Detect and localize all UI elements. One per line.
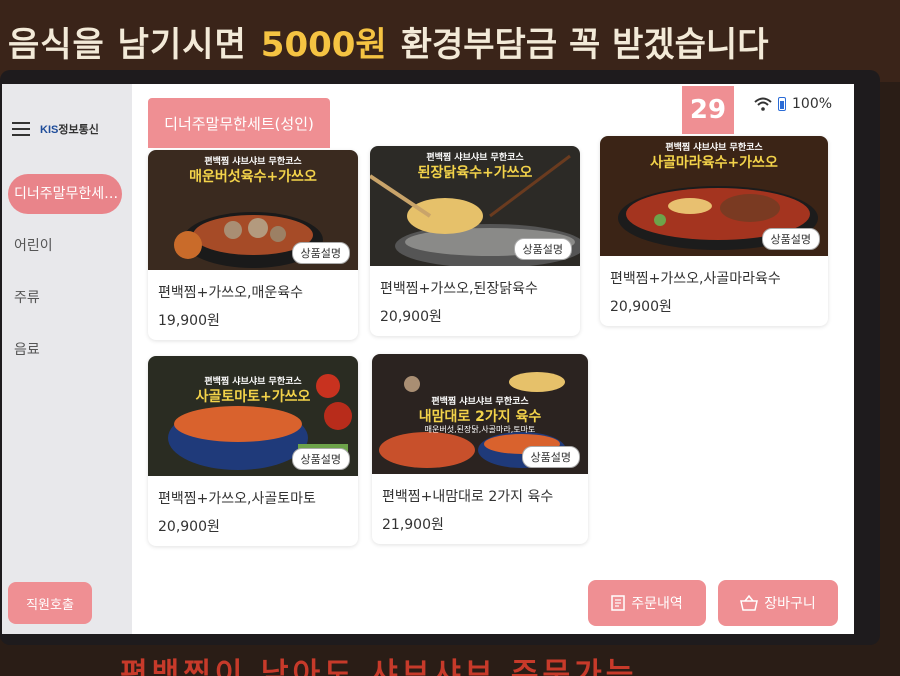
status-bar: 100% xyxy=(754,96,832,112)
menu-item-price: 20,900원 xyxy=(380,309,442,325)
menu-item-card[interactable]: 편백찜 샤브샤브 무한코스 사골토마토+가쓰오 상품설명 편백찜+가쓰오,사골토… xyxy=(148,356,358,546)
menu-item-name: 편백찜+가쓰오,된장닭육수 xyxy=(380,281,538,297)
image-title: 사골토마토+가쓰오 xyxy=(195,389,311,405)
menu-item-card[interactable]: 편백찜 샤브샤브 무한코스 된장닭육수+가쓰오 상품설명 편백찜+가쓰오,된장닭… xyxy=(370,146,580,336)
image-title: 매운버섯육수+가쓰오 xyxy=(189,169,317,185)
sidebar-item-beverage[interactable]: 음료 xyxy=(8,330,124,370)
product-info-button[interactable]: 상품설명 xyxy=(521,446,580,468)
logo-suffix: 정보통신 xyxy=(58,124,99,136)
cart-button[interactable]: 장바구니 xyxy=(718,580,838,626)
bottom-banner-text: 편백찜이 남아도 샤브샤브 주문가능 xyxy=(120,657,638,676)
banner-text-2: 환경부담금 꼭 받겠습니다 xyxy=(400,24,769,65)
sidebar-item-dinner-set[interactable]: 디너주말무한세트(성인) xyxy=(8,174,122,214)
menu-item-name: 편백찜+가쓰오,매운육수 xyxy=(158,285,303,301)
menu-item-name: 편백찜+가쓰오,사골마라육수 xyxy=(610,271,781,287)
battery-icon xyxy=(778,97,786,111)
order-history-button[interactable]: 주문내역 xyxy=(588,580,706,626)
menu-item-card[interactable]: 편백찜 샤브샤브 무한코스 매운버섯육수+가쓰오 상품설명 편백찜+가쓰오,매운… xyxy=(148,150,358,340)
menu-item-price: 20,900원 xyxy=(610,299,672,315)
tab-dinner-set[interactable]: 디너주말무한세트(성인) xyxy=(148,98,330,148)
basket-icon xyxy=(740,595,759,611)
image-title: 된장닭육수+가쓰오 xyxy=(417,165,533,181)
image-title: 사골마라육수+가쓰오 xyxy=(650,155,778,171)
bottom-banner: 편백찜이 남아도 샤브샤브 주문가능 xyxy=(0,645,900,676)
banner-text-1: 음식을 남기시면 xyxy=(8,24,247,65)
cart-label: 장바구니 xyxy=(764,596,816,612)
product-info-button[interactable]: 상품설명 xyxy=(291,448,350,470)
image-subtitle: 매운버섯,된장닭,사골마라,토마토 xyxy=(424,425,536,434)
order-history-label: 주문내역 xyxy=(631,596,683,612)
product-info-button[interactable]: 상품설명 xyxy=(761,228,820,250)
sidebar: KIS정보통신 디너주말무한세트(성인) 어린이 주류 음료 직원호출 xyxy=(2,84,132,634)
logo-prefix: KIS xyxy=(40,124,59,136)
product-info-button[interactable]: 상품설명 xyxy=(291,242,350,264)
sidebar-item-kids[interactable]: 어린이 xyxy=(8,226,124,266)
receipt-icon xyxy=(611,595,625,611)
image-title: 내맘대로 2가지 육수 xyxy=(418,409,542,425)
session-timer: 29 xyxy=(682,86,734,134)
menu-item-price: 20,900원 xyxy=(158,519,220,535)
menu-item-price: 21,900원 xyxy=(382,517,444,533)
wifi-icon xyxy=(754,97,772,111)
menu-icon[interactable] xyxy=(12,122,30,136)
menu-item-name: 편백찜+가쓰오,사골토마토 xyxy=(158,491,316,507)
kis-logo: KIS정보통신 xyxy=(40,121,99,137)
product-info-button[interactable]: 상품설명 xyxy=(513,238,572,260)
battery-level: 100% xyxy=(792,96,833,112)
menu-item-card[interactable]: 편백찜 샤브샤브 무한코스 사골마라육수+가쓰오 상품설명 편백찜+가쓰오,사골… xyxy=(600,136,828,326)
menu-item-name: 편백찜+내맘대로 2가지 육수 xyxy=(382,489,554,505)
menu-item-card[interactable]: 편백찜 샤브샤브 무한코스 내맘대로 2가지 육수 매운버섯,된장닭,사골마라,… xyxy=(372,354,588,544)
menu-item-price: 19,900원 xyxy=(158,313,220,329)
sidebar-item-alcohol[interactable]: 주류 xyxy=(8,278,124,318)
staff-call-button[interactable]: 직원호출 xyxy=(8,582,92,624)
banner-text-highlight: 5000원 xyxy=(260,24,387,65)
kiosk-screen: KIS정보통신 디너주말무한세트(성인) 어린이 주류 음료 직원호출 디너주말… xyxy=(2,84,854,634)
sidebar-header: KIS정보통신 xyxy=(2,84,132,174)
